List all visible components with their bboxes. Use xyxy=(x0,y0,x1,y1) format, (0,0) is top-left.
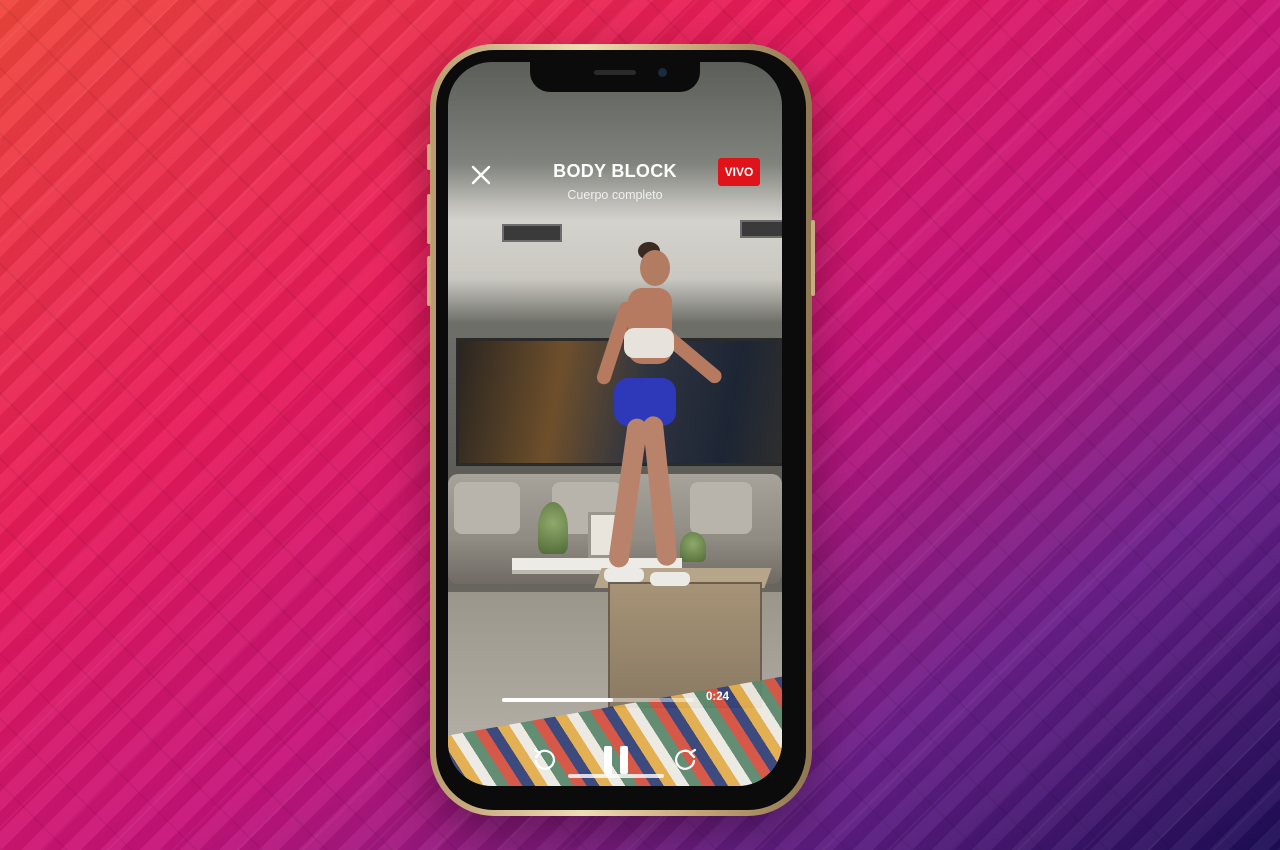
phone-frame: BODY BLOCK Cuerpo completo VIVO 0:24 xyxy=(427,44,815,816)
rewind-button[interactable] xyxy=(524,740,564,780)
sports-top xyxy=(624,328,674,358)
phone-notch xyxy=(530,62,700,92)
elapsed-time: 0:24 xyxy=(706,691,730,703)
head xyxy=(640,250,670,286)
rewind-icon xyxy=(533,748,555,770)
home-indicator[interactable] xyxy=(568,774,664,778)
live-badge: VIVO xyxy=(718,158,760,186)
workout-subtitle: Cuerpo completo xyxy=(567,188,663,202)
mute-switch xyxy=(427,144,431,170)
shoe-right xyxy=(650,572,690,586)
shoe-left xyxy=(604,568,644,582)
plant xyxy=(538,502,568,554)
progress-bar[interactable] xyxy=(502,698,694,702)
video-screen[interactable]: BODY BLOCK Cuerpo completo VIVO 0:24 xyxy=(448,62,782,786)
volume-up-button xyxy=(427,194,431,244)
ceiling-light xyxy=(502,224,562,242)
ceiling-light xyxy=(740,220,782,238)
app-background: BODY BLOCK Cuerpo completo VIVO 0:24 xyxy=(0,0,1280,850)
progress-fill xyxy=(502,698,614,702)
forward-icon xyxy=(675,748,697,770)
forward-button[interactable] xyxy=(666,740,706,780)
instructor xyxy=(595,242,738,590)
pause-icon xyxy=(604,746,628,774)
power-button xyxy=(811,220,815,296)
sofa-cushion xyxy=(454,482,520,534)
leg-left xyxy=(607,417,649,569)
front-camera xyxy=(658,68,667,77)
leg-right xyxy=(642,415,678,567)
speaker-grille xyxy=(594,70,636,75)
volume-down-button xyxy=(427,256,431,306)
